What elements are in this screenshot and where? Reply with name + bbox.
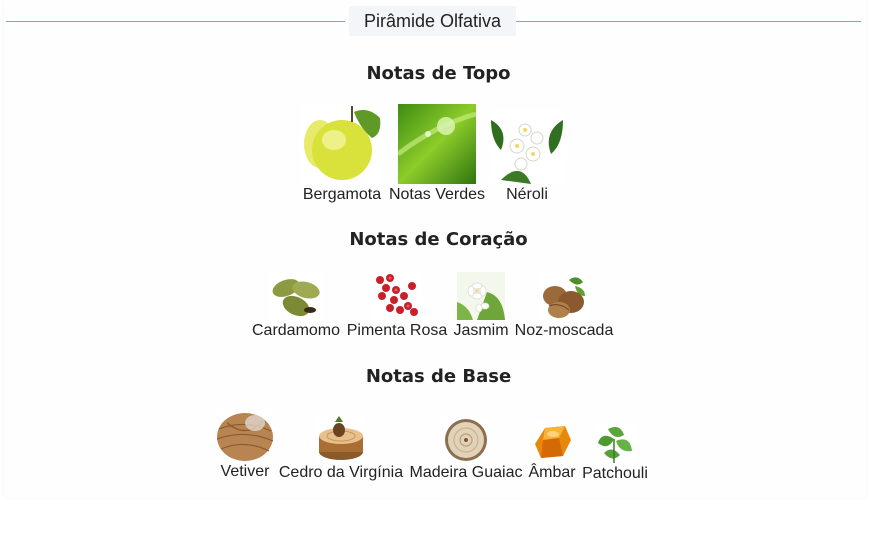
- heart-notes-title: Notas de Coração: [349, 229, 528, 250]
- header-divider-right: [516, 21, 861, 22]
- note-label-neroli: Néroli: [506, 186, 548, 203]
- note-label-cedro-da-virginia: Cedro da Virgínia: [278, 464, 404, 481]
- amber-icon: [531, 422, 573, 462]
- header-divider-left: [6, 21, 345, 22]
- note-label-jasmim: Jasmim: [453, 322, 509, 339]
- pink-pepper-icon: [372, 272, 422, 320]
- note-label-vetiver: Vetiver: [220, 463, 270, 480]
- guaiac-wood-icon: [443, 418, 489, 462]
- orange-blossom-icon: [491, 110, 563, 184]
- top-notes-title: Notas de Topo: [366, 63, 511, 84]
- note-neroli: Néroli: [491, 110, 563, 204]
- note-jasmim: Jasmim: [452, 272, 510, 340]
- note-label-ambar: Âmbar: [528, 464, 576, 481]
- note-vetiver: Vetiver: [216, 409, 274, 481]
- note-pimenta-rosa: Pimenta Rosa: [346, 272, 448, 340]
- note-label-bergamota: Bergamota: [302, 186, 382, 203]
- note-bergamota: Bergamota: [301, 104, 383, 204]
- jasmine-icon: [457, 272, 505, 320]
- base-notes-title: Notas de Base: [365, 366, 512, 387]
- note-cedro-da-virginia: Cedro da Virgínia: [278, 416, 404, 482]
- note-label-madeira-guaiac: Madeira Guaiac: [409, 464, 523, 481]
- bergamot-icon: [302, 104, 382, 184]
- note-cardamomo: Cardamomo: [250, 272, 342, 340]
- olfactory-pyramid-title-text: Pirâmide Olfativa: [363, 10, 502, 31]
- vetiver-icon: [217, 409, 273, 461]
- note-label-cardamomo: Cardamomo: [251, 322, 341, 339]
- note-label-patchouli: Patchouli: [582, 465, 648, 482]
- note-notas-verdes: Notas Verdes: [388, 104, 486, 204]
- note-madeira-guaiac: Madeira Guaiac: [409, 418, 523, 482]
- cardamom-icon: [270, 272, 322, 320]
- patchouli-icon: [594, 423, 636, 463]
- note-patchouli: Patchouli: [581, 423, 649, 483]
- note-label-pimenta-rosa: Pimenta Rosa: [346, 322, 448, 339]
- cedar-icon: [317, 416, 365, 462]
- green-leaf-dew-icon: [398, 104, 476, 184]
- note-label-notas-verdes: Notas Verdes: [388, 186, 486, 203]
- olfactory-pyramid-title: Pirâmide Olfativa: [349, 6, 516, 36]
- nutmeg-icon: [539, 272, 589, 320]
- note-noz-moscada: Noz-moscada: [514, 272, 614, 340]
- note-label-noz-moscada: Noz-moscada: [514, 322, 614, 339]
- note-ambar: Âmbar: [527, 422, 577, 482]
